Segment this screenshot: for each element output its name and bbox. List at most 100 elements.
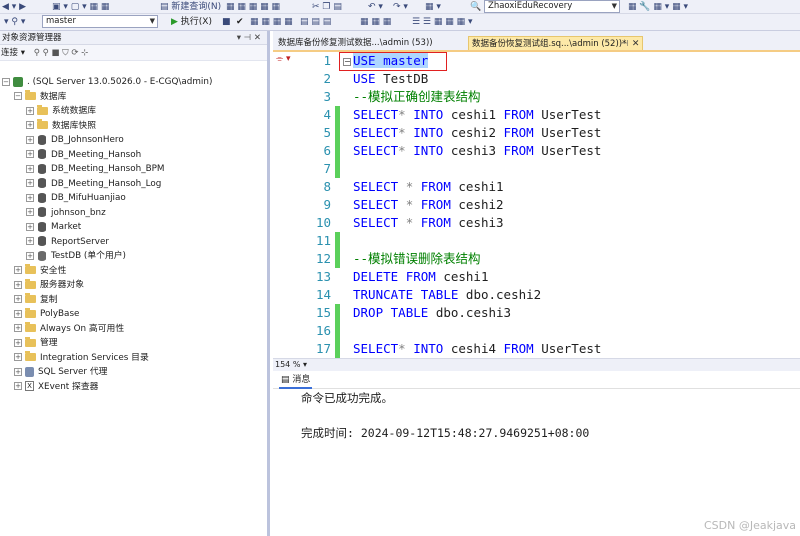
folder-icon [25,264,36,274]
code-line[interactable]: 6 SELECT* INTO ceshi3 FROM UserTest [273,142,800,160]
change-marker [335,340,340,358]
tree-folder[interactable]: + Integration Services 目录 [14,351,149,365]
tree-xevent[interactable]: + X XEvent 探查器 [14,380,98,394]
misc-icon[interactable]: ▦ ▾ [425,0,441,14]
query-options-icons[interactable]: ▤ ▤ ▤ [300,15,331,29]
folder-icon [25,90,36,100]
line-number: 12 [315,251,331,266]
zoom-level[interactable]: 154 % ▾ [275,359,307,371]
execute-label: 执行(X) [180,17,212,27]
tree-db-item[interactable]: + Market [26,220,81,234]
tree-testdb[interactable]: + TestDB (单个用户) [26,249,126,263]
tree-sql-agent[interactable]: + SQL Server 代理 [14,365,107,379]
new-query-button[interactable]: ▤ 新建查询(N) [160,0,221,14]
code-line[interactable]: 2 USE TestDB [273,70,800,88]
code-line[interactable]: 7 [273,160,800,178]
plan-icons[interactable]: ▦ ▦ ▦ ▦ [250,15,293,29]
tree-folder[interactable]: + 复制 [14,293,58,307]
tree-folder[interactable]: + PolyBase [14,307,79,321]
xevent-icon: X [25,381,34,391]
code-text: SELECT* INTO ceshi2 FROM UserTest [353,125,602,140]
tools-icons[interactable]: ▦ 🔧 ▦ ▾ ▦ ▾ [628,0,688,14]
panel-controls[interactable]: ▾ ⊣ ✕ [237,31,261,45]
tree-db-item[interactable]: + DB_JohnsonHero [26,133,124,147]
code-line[interactable]: 17 SELECT* INTO ceshi4 FROM UserTest [273,340,800,358]
line-number: 1 [323,53,331,68]
tree-folder[interactable]: + Always On 高可用性 [14,322,124,336]
change-marker [335,70,340,88]
folder-label: 管理 [40,338,58,348]
execute-button[interactable]: ▶ 执行(X) [171,15,212,29]
pin-icon[interactable]: ⊣ [621,37,628,51]
code-line[interactable]: 13 DELETE FROM ceshi1 [273,268,800,286]
parse-icon[interactable]: ✔ [236,15,244,29]
close-icon[interactable]: ✕ [632,37,640,51]
undo-icon[interactable]: ↶ ▾ [368,0,383,14]
tree-snapshots[interactable]: + 数据库快照 [26,119,96,133]
connect-label: 连接 [1,48,19,58]
code-line[interactable]: 14 TRUNCATE TABLE dbo.ceshi2 [273,286,800,304]
line-number: 8 [323,179,331,194]
folder-icon [25,307,36,318]
code-line[interactable]: 12 --模拟错误删除表结构 [273,250,800,268]
tree-system-db[interactable]: + 系统数据库 [26,104,96,118]
filter-icon[interactable]: ▾ ⚲ ▾ [4,15,25,29]
code-line[interactable]: 5 SELECT* INTO ceshi2 FROM UserTest [273,124,800,142]
code-line[interactable]: 4 SELECT* INTO ceshi1 FROM UserTest [273,106,800,124]
tree-db-item[interactable]: + DB_MifuHuanjiao [26,191,126,205]
redo-icon[interactable]: ↷ ▾ [393,0,408,14]
sql-editor[interactable]: ⌯ ▾ 1 USE master 2 USE TestDB 3 --模拟正确创建表结构 4 S… [273,52,800,358]
line-number: 10 [315,215,331,230]
find-icon[interactable]: 🔍 [470,0,481,14]
indent-icons[interactable]: ☰ ☰ ▦ ▦ ▦ ▾ [412,15,472,29]
tree-databases[interactable]: − 数据库 [14,90,66,104]
object-explorer-toolbar: 连接 ▾ ⚲ ⚲ ■ ⛉ ⟳ ⊹ [0,45,267,61]
code-line[interactable]: 3 --模拟正确创建表结构 [273,88,800,106]
results-tabs: ▤ 消息 [273,371,800,389]
results-icons[interactable]: ▦ ▦ ▦ [360,15,391,29]
back-icon[interactable]: ◀ ▾ ▶ [2,0,26,14]
database-combo[interactable]: master ▼ [42,15,158,28]
explorer-tool-icons[interactable]: ⚲ ⚲ ■ ⛉ ⟳ ⊹ [34,48,89,58]
query-type-icons[interactable]: ▦ ▦ ▦ ▦ ▦ [226,0,280,14]
new-item-icon[interactable]: ▣ ▾ ▢ ▾ ▦ ▦ [52,0,109,14]
messages-icon: ▤ [281,375,290,385]
tree-db-item[interactable]: + ReportServer [26,235,109,249]
code-text: SELECT* INTO ceshi1 FROM UserTest [353,107,602,122]
server-icon [13,76,23,87]
tab-messages[interactable]: ▤ 消息 [279,374,313,389]
play-icon: ▶ [171,17,178,27]
tab-backup-restore[interactable]: 数据备份恢复测试组.sq...\admin (52))* ⊣ ✕ [468,36,644,51]
code-line[interactable]: 10 SELECT * FROM ceshi3 [273,214,800,232]
message-line: 完成时间: 2024-09-12T15:48:27.9469251+08:00 [301,426,590,440]
tree-server[interactable]: −. (SQL Server 13.0.5026.0 - E-CGQ\admin… [2,75,212,89]
code-line[interactable]: 8 SELECT * FROM ceshi1 [273,178,800,196]
tab-backup-repair[interactable]: 数据库备份修复测试数据...\admin (53)) [275,36,436,50]
folder-icon [37,119,48,129]
sql-toolbar: ▾ ⚲ ▾ master ▼ ▶ 执行(X) ■ ✔ ▦ ▦ ▦ ▦ ▤ ▤ ▤ … [0,14,800,31]
line-number: 11 [315,233,331,248]
change-marker [335,322,340,340]
tree-folder[interactable]: + 安全性 [14,264,66,278]
code-line[interactable]: 11 [273,232,800,250]
tree-db-item[interactable]: + johnson_bnz [26,206,106,220]
stop-icon[interactable]: ■ [222,15,231,29]
code-line[interactable]: 16 [273,322,800,340]
cut-copy-paste-icons[interactable]: ✂ ❐ ▤ [312,0,342,14]
code-text: SELECT * FROM ceshi1 [353,179,504,194]
tree-db-item[interactable]: + DB_Meeting_Hansoh_BPM [26,162,165,176]
change-marker [335,88,340,106]
connect-button[interactable]: 连接 ▾ [1,48,25,58]
code-text: SELECT* INTO ceshi3 FROM UserTest [353,143,602,158]
solution-combo[interactable]: ZhaoxiEduRecovery ▼ [484,0,620,13]
database-icon [38,221,46,232]
tree-folder[interactable]: + 管理 [14,336,58,350]
tree-db-item[interactable]: + DB_Meeting_Hansoh [26,148,141,162]
db-label: johnson_bnz [51,207,106,218]
messages-pane[interactable]: 命令已成功完成。 完成时间: 2024-09-12T15:48:27.94692… [273,389,800,536]
database-icon [38,236,46,246]
code-line[interactable]: 15 DROP TABLE dbo.ceshi3 [273,304,800,322]
code-line[interactable]: 9 SELECT * FROM ceshi2 [273,196,800,214]
tree-folder[interactable]: + 服务器对象 [14,278,84,292]
tree-db-item[interactable]: + DB_Meeting_Hansoh_Log [26,177,161,191]
